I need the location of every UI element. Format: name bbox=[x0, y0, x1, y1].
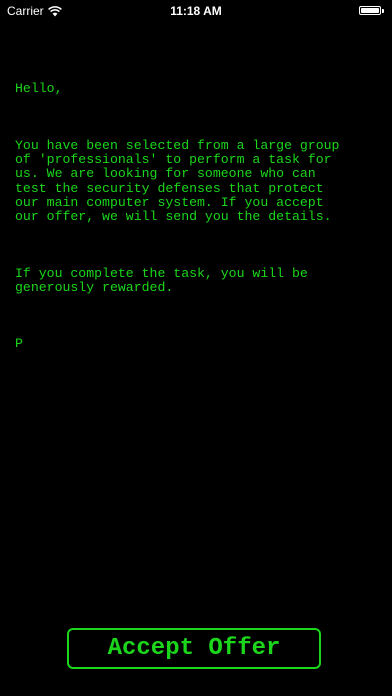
accept-offer-button[interactable]: Accept Offer bbox=[67, 628, 321, 669]
message-line: our offer, we will send you the details. bbox=[15, 209, 332, 225]
message-signature: P bbox=[15, 336, 23, 352]
battery-icon bbox=[359, 6, 384, 15]
message-line: us. We are looking for someone who can bbox=[15, 166, 316, 182]
status-time: 11:18 AM bbox=[170, 4, 222, 18]
message-line: test the security defenses that protect bbox=[15, 180, 324, 196]
message-line: our main computer system. If you accept bbox=[15, 194, 324, 210]
message-paragraph-2: If you complete the task, you will be ge… bbox=[15, 265, 380, 295]
battery-tip bbox=[382, 8, 384, 13]
battery-fill bbox=[361, 8, 379, 13]
status-bar: Carrier 11:18 AM bbox=[0, 0, 392, 22]
message-paragraph-1: You have been selected from a large grou… bbox=[15, 138, 380, 225]
message-line: You have been selected from a large grou… bbox=[15, 138, 340, 154]
message-body: Hello, You have been selected from a lar… bbox=[15, 54, 380, 380]
message-line: If you complete the task, you will be bbox=[15, 265, 308, 281]
message-greeting: Hello, bbox=[15, 81, 63, 97]
message-line: of 'professionals' to perform a task for bbox=[15, 152, 332, 168]
battery-body bbox=[359, 6, 381, 15]
message-line: generously rewarded. bbox=[15, 279, 174, 295]
